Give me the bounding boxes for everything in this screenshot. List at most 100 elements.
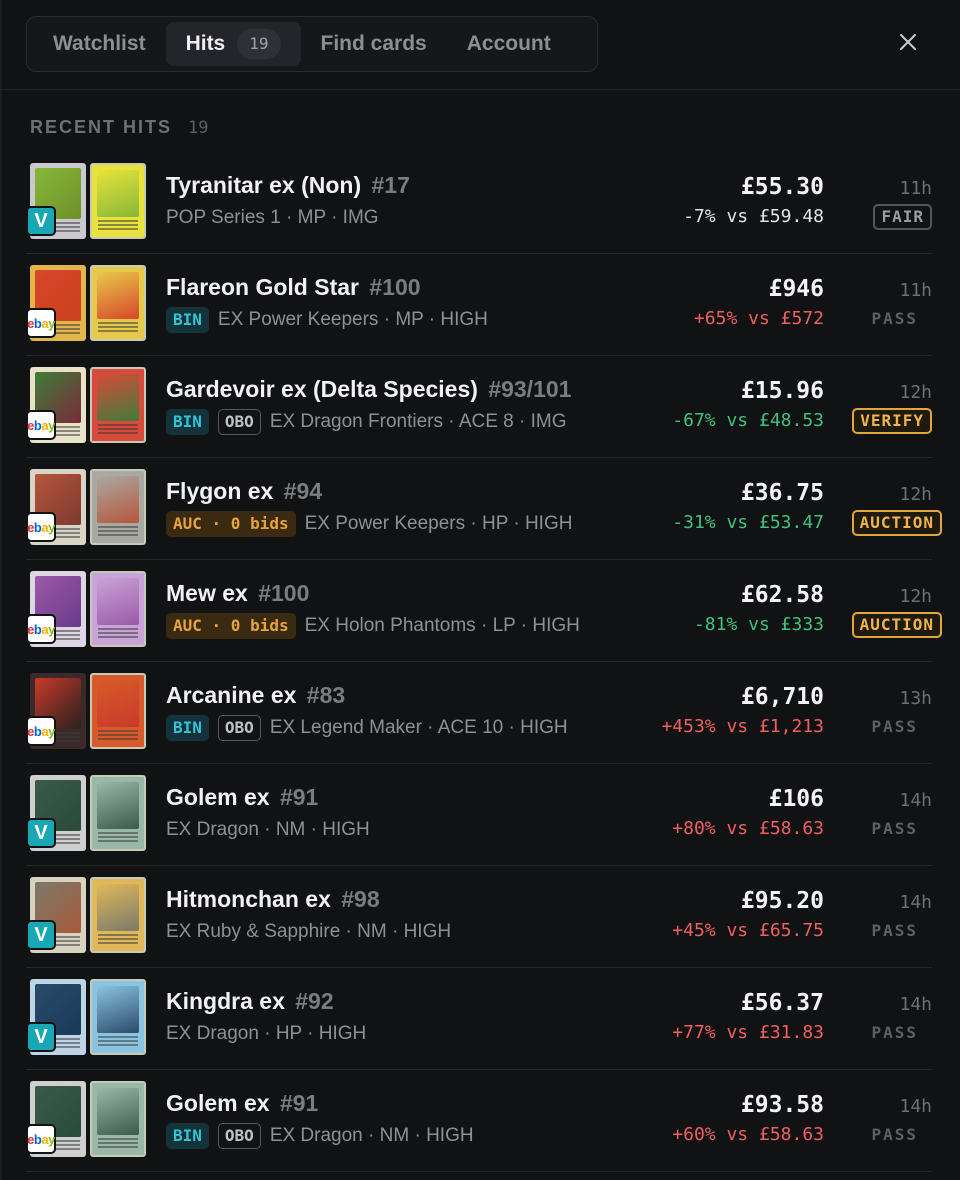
close-icon[interactable]	[896, 30, 920, 54]
obo-chip: OBO	[217, 409, 261, 435]
card-title: Golem ex	[166, 784, 270, 810]
listing-meta: BIN OBO EX Legend Maker · ACE 10 · HIGH	[166, 715, 568, 741]
hit-row[interactable]: ebay Mew ex #100 AUC · 0 bids EX Holon Ph…	[26, 560, 942, 662]
listing-meta: BIN EX Power Keepers · MP · HIGH	[166, 307, 488, 333]
card-title: Tyranitar ex (Non)	[166, 172, 362, 198]
listing-age: 14h	[899, 1096, 932, 1117]
ebay-logo-icon: ebay	[26, 512, 56, 542]
tab-hits[interactable]: Hits 19	[165, 22, 301, 66]
card-name[interactable]: Kingdra ex #92	[166, 988, 334, 1015]
card-number: #93/101	[488, 376, 572, 402]
listing-age: 13h	[899, 688, 932, 709]
card-reference-image[interactable]	[90, 1081, 146, 1157]
bin-chip: BIN	[166, 307, 209, 333]
card-name[interactable]: Arcanine ex #83	[166, 682, 345, 709]
card-title: Flygon ex	[166, 478, 274, 504]
card-number: #83	[306, 682, 346, 708]
card-reference-image[interactable]	[90, 775, 146, 851]
listing-price: £946	[768, 276, 824, 302]
set-condition-text: EX Holon Phantoms · LP · HIGH	[304, 615, 580, 636]
card-number: #92	[295, 988, 334, 1014]
price-delta: -31% vs £53.47	[672, 512, 824, 533]
card-name[interactable]: Hitmonchan ex #98	[166, 886, 380, 913]
card-title: Gardevoir ex (Delta Species)	[166, 376, 478, 402]
hit-row[interactable]: V Hitmonchan ex #98 EX Ruby & Sapphire ·…	[26, 866, 932, 968]
card-reference-image[interactable]	[90, 163, 146, 239]
card-number: #91	[279, 1090, 319, 1116]
hit-row[interactable]: ebay Golem ex #91 BIN OBO EX Dragon · NM ·…	[26, 1070, 932, 1172]
tab-account[interactable]: Account	[447, 22, 571, 66]
source-v-icon: V	[26, 206, 56, 236]
card-title: Hitmonchan ex	[166, 886, 331, 912]
set-condition-text: EX Dragon · HP · HIGH	[166, 1023, 367, 1044]
card-name[interactable]: Tyranitar ex (Non) #17	[166, 172, 410, 199]
verdict-badge: PASS	[871, 1125, 918, 1144]
tab-label: Find cards	[320, 32, 427, 55]
verdict-badge: VERIFY	[852, 408, 932, 434]
hit-row[interactable]: V Golem ex #91 EX Dragon · NM · HIGH £10…	[26, 764, 932, 866]
listing-price: £93.58	[740, 1092, 824, 1118]
verdict-badge: PASS	[871, 717, 918, 736]
verdict-badge: PASS	[871, 309, 918, 328]
listing-price: £36.75	[740, 480, 824, 506]
card-reference-image[interactable]	[90, 469, 146, 545]
verdict-badge: FAIR	[873, 204, 932, 230]
set-condition-text: POP Series 1 · MP · IMG	[166, 207, 379, 228]
card-number: #100	[258, 580, 310, 606]
hit-row[interactable]: ebay Flygon ex #94 AUC · 0 bids EX Power …	[26, 458, 942, 560]
listing-age: 12h	[899, 484, 932, 505]
set-condition-text: EX Dragon · NM · HIGH	[269, 1125, 474, 1146]
tab-find-cards[interactable]: Find cards	[301, 22, 447, 66]
card-reference-image[interactable]	[90, 979, 146, 1055]
card-name[interactable]: Mew ex #100	[166, 580, 309, 607]
set-condition-text: EX Power Keepers · MP · HIGH	[217, 309, 488, 330]
auction-bids-chip: AUC · 0 bids	[166, 511, 296, 537]
price-delta: -67% vs £48.53	[672, 410, 824, 431]
card-title: Flareon Gold Star	[166, 274, 359, 300]
tab-label: Watchlist	[53, 32, 146, 55]
card-reference-image[interactable]	[90, 367, 146, 443]
listing-price: £6,710	[740, 684, 824, 710]
listing-age: 11h	[899, 178, 932, 199]
card-name[interactable]: Flygon ex #94	[166, 478, 322, 505]
set-condition-text: EX Power Keepers · HP · HIGH	[304, 513, 573, 534]
card-name[interactable]: Golem ex #91	[166, 1090, 318, 1117]
card-name[interactable]: Golem ex #91	[166, 784, 318, 811]
section-title: RECENT HITS	[30, 117, 173, 137]
card-reference-image[interactable]	[90, 571, 146, 647]
card-title: Kingdra ex	[166, 988, 285, 1014]
ebay-logo-icon: ebay	[26, 1124, 56, 1154]
price-delta: +453% vs £1,213	[661, 716, 824, 737]
price-delta: -7% vs £59.48	[683, 206, 824, 227]
listing-age: 14h	[899, 790, 932, 811]
card-reference-image[interactable]	[90, 265, 146, 341]
listing-age: 14h	[899, 994, 932, 1015]
section-header: RECENT HITS 19	[30, 117, 209, 138]
card-reference-image[interactable]	[90, 673, 146, 749]
listing-price: £95.20	[740, 888, 824, 914]
hit-row[interactable]: V Kingdra ex #92 EX Dragon · HP · HIGH £…	[26, 968, 932, 1070]
listing-price: £62.58	[740, 582, 824, 608]
card-name[interactable]: Flareon Gold Star #100	[166, 274, 421, 301]
listing-age: 12h	[899, 586, 932, 607]
verdict-badge: AUCTION	[851, 510, 942, 536]
listing-price: £15.96	[740, 378, 824, 404]
obo-chip: OBO	[217, 1123, 261, 1149]
hit-row[interactable]: ebay Gardevoir ex (Delta Species) #93/10…	[26, 356, 932, 458]
source-v-icon: V	[26, 1022, 56, 1052]
card-title: Mew ex	[166, 580, 248, 606]
hit-row[interactable]: ebay Arcanine ex #83 BIN OBO EX Legend Mak…	[26, 662, 932, 764]
source-v-icon: V	[26, 920, 56, 950]
tab-label: Account	[466, 32, 551, 55]
hit-row[interactable]: ebay Flareon Gold Star #100 BIN EX Power …	[26, 254, 932, 356]
obo-chip: OBO	[217, 715, 261, 741]
tab-watchlist[interactable]: Watchlist	[33, 22, 166, 66]
bin-chip: BIN	[166, 409, 209, 435]
listing-meta: BIN OBO EX Dragon Frontiers · ACE 8 · IMG	[166, 409, 567, 435]
hit-row[interactable]: V Tyranitar ex (Non) #17 POP Series 1 · …	[26, 152, 932, 254]
ebay-logo-icon: ebay	[26, 614, 56, 644]
listing-price: £56.37	[740, 990, 824, 1016]
card-name[interactable]: Gardevoir ex (Delta Species) #93/101	[166, 376, 571, 403]
ebay-logo-icon: ebay	[26, 308, 56, 338]
card-reference-image[interactable]	[90, 877, 146, 953]
